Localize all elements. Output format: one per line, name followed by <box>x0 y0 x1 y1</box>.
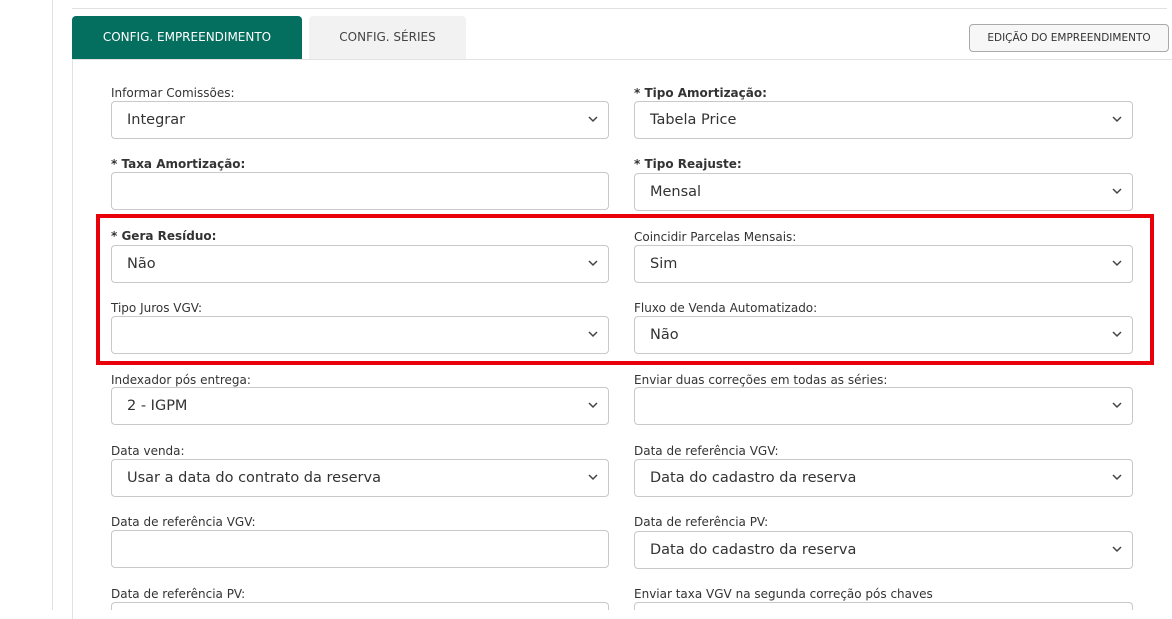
chevron-down-icon <box>588 116 598 123</box>
data-ref-vgv-input-label: Data de referência VGV: <box>111 515 256 529</box>
chevron-down-icon <box>588 260 598 267</box>
informar-comissoes-select[interactable]: Integrar <box>111 101 609 139</box>
fluxo-venda-select[interactable]: Não <box>634 316 1133 354</box>
data-ref-vgv-input[interactable] <box>111 530 609 568</box>
taxa-amortizacao-label: * Taxa Amortização: <box>111 157 246 171</box>
data-ref-pv-select[interactable]: Data do cadastro da reserva <box>634 531 1133 569</box>
enviar-duas-correcoes-select[interactable] <box>634 387 1133 425</box>
chevron-down-icon <box>1112 546 1122 553</box>
tipo-juros-vgv-select[interactable] <box>111 316 609 354</box>
taxa-amortizacao-input[interactable] <box>111 172 609 210</box>
indexador-pos-entrega-value: 2 - IGPM <box>127 398 188 414</box>
fluxo-venda-label: Fluxo de Venda Automatizado: <box>634 301 818 315</box>
tab-config-empreendimento[interactable]: CONFIG. EMPREENDIMENTO <box>72 16 302 59</box>
chevron-down-icon <box>1112 331 1122 338</box>
enviar-taxa-vgv-field[interactable] <box>634 602 1133 610</box>
coincidir-parcelas-value: Sim <box>650 256 678 272</box>
chevron-down-icon <box>588 474 598 481</box>
tipo-amortizacao-label: * Tipo Amortização: <box>634 86 767 100</box>
data-venda-select[interactable]: Usar a data do contrato da reserva <box>111 459 609 497</box>
gera-residuo-label: * Gera Resíduo: <box>111 229 217 243</box>
data-venda-value: Usar a data do contrato da reserva <box>127 470 381 486</box>
data-ref-vgv-select[interactable]: Data do cadastro da reserva <box>634 459 1133 497</box>
indexador-pos-entrega-label: Indexador pós entrega: <box>111 373 251 387</box>
indexador-pos-entrega-select[interactable]: 2 - IGPM <box>111 387 609 425</box>
tipo-amortizacao-value: Tabela Price <box>650 112 737 128</box>
gera-residuo-value: Não <box>127 256 156 272</box>
chevron-down-icon <box>1112 402 1122 409</box>
data-ref-pv-bottom-field[interactable] <box>111 602 609 610</box>
tipo-reajuste-value: Mensal <box>650 184 702 200</box>
data-ref-pv-select-label: Data de referência PV: <box>634 515 769 529</box>
enviar-duas-correcoes-label: Enviar duas correções em todas as séries… <box>634 373 888 387</box>
data-ref-vgv-select-label: Data de referência VGV: <box>634 444 779 458</box>
edit-empreendimento-button[interactable]: EDIÇÃO DO EMPREENDIMENTO <box>969 24 1169 52</box>
informar-comissoes-label: Informar Comissões: <box>111 86 235 100</box>
chevron-down-icon <box>588 402 598 409</box>
left-divider <box>52 0 53 610</box>
top-divider <box>72 8 1167 9</box>
chevron-down-icon <box>1112 188 1122 195</box>
data-ref-pv-select-value: Data do cadastro da reserva <box>650 542 857 558</box>
chevron-down-icon <box>1112 474 1122 481</box>
gera-residuo-select[interactable]: Não <box>111 245 609 283</box>
tab-config-series[interactable]: CONFIG. SÉRIES <box>309 16 466 59</box>
tipo-reajuste-select[interactable]: Mensal <box>634 173 1133 211</box>
informar-comissoes-value: Integrar <box>127 112 186 128</box>
tipo-amortizacao-select[interactable]: Tabela Price <box>634 101 1133 139</box>
tipo-juros-vgv-label: Tipo Juros VGV: <box>111 301 203 315</box>
chevron-down-icon <box>588 331 598 338</box>
coincidir-parcelas-select[interactable]: Sim <box>634 245 1133 283</box>
data-ref-vgv-select-value: Data do cadastro da reserva <box>650 470 857 486</box>
data-ref-pv-bottom-label: Data de referência PV: <box>111 587 246 601</box>
chevron-down-icon <box>1112 260 1122 267</box>
data-venda-label: Data venda: <box>111 444 185 458</box>
coincidir-parcelas-label: Coincidir Parcelas Mensais: <box>634 230 797 244</box>
chevron-down-icon <box>1112 116 1122 123</box>
enviar-taxa-vgv-label: Enviar taxa VGV na segunda correção pós … <box>634 587 933 601</box>
tipo-reajuste-label: * Tipo Reajuste: <box>634 157 742 171</box>
fluxo-venda-value: Não <box>650 327 679 343</box>
